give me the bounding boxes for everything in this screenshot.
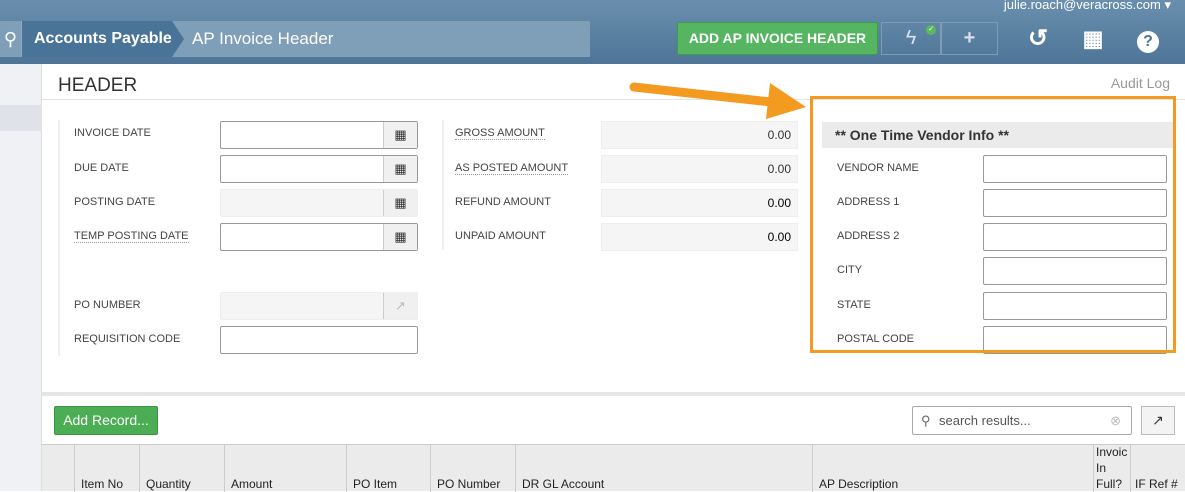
column-header[interactable]: AP Description — [812, 445, 1093, 492]
temp-posting-date-label: TEMP POSTING DATE — [74, 230, 189, 243]
column-header[interactable]: PO Item — [346, 445, 430, 492]
external-link-icon: ↗ — [1152, 412, 1164, 428]
requisition-code-label: REQUISITION CODE — [74, 333, 181, 345]
lightning-icon: ϟ — [905, 27, 917, 49]
external-link-icon[interactable]: ↗ — [383, 293, 417, 319]
sidebar-item-selected[interactable] — [0, 105, 42, 131]
divider — [42, 392, 1185, 396]
grid-icon[interactable]: ▦ — [1078, 22, 1108, 55]
add-button[interactable]: + — [941, 22, 998, 55]
po-number-label: PO NUMBER — [74, 299, 141, 311]
plus-icon: + — [963, 27, 976, 49]
sidebar — [0, 64, 42, 491]
help-icon[interactable]: ? — [1133, 22, 1163, 55]
invoice-date-label: INVOICE DATE — [74, 127, 151, 139]
user-menu[interactable]: julie.roach@veracross.com ▾ — [1004, 0, 1171, 13]
gross-amount-value: 0.00 — [601, 121, 798, 149]
search-icon[interactable]: ⚲ — [0, 21, 22, 57]
column-border — [58, 120, 60, 356]
column-header[interactable]: IF Ref # — [1130, 445, 1185, 492]
caret-down-icon: ▾ — [1164, 0, 1171, 12]
column-header[interactable]: Quantity — [139, 445, 224, 492]
user-email: julie.roach@veracross.com — [1003, 0, 1161, 12]
annotation-arrow-icon — [629, 82, 806, 119]
breadcrumb: ⚲ Accounts Payable AP Invoice Header — [0, 21, 590, 57]
calendar-icon[interactable]: ▦ — [383, 122, 417, 148]
popout-button[interactable]: ↗ — [1141, 406, 1175, 435]
po-number-field: ↗ — [220, 292, 418, 320]
top-nav-bar: julie.roach@veracross.com ▾ ⚲ Accounts P… — [0, 0, 1185, 64]
calendar-icon[interactable]: ▦ — [383, 224, 417, 250]
refund-amount-value: 0.00 — [601, 189, 798, 217]
refund-amount-label: REFUND AMOUNT — [455, 196, 551, 208]
lightning-button[interactable]: ϟ ✓ — [881, 22, 941, 55]
search-icon: ⚲ — [921, 413, 931, 428]
temp-posting-date-field[interactable]: ▦ — [220, 223, 418, 251]
column-border — [442, 120, 444, 250]
as-posted-amount-label: AS POSTED AMOUNT — [455, 162, 569, 175]
search-results-input[interactable]: ⚲ search results... ⊗ — [912, 406, 1132, 435]
clear-icon[interactable]: ⊗ — [1110, 407, 1121, 434]
breadcrumb-parent[interactable]: Accounts Payable — [22, 21, 184, 57]
column-header[interactable]: Invoic In Full? — [1093, 445, 1130, 492]
invoice-date-field[interactable]: ▦ — [220, 121, 418, 149]
search-placeholder: search results... — [939, 413, 1031, 428]
calendar-icon[interactable]: ▦ — [383, 156, 417, 182]
check-badge-icon: ✓ — [926, 25, 936, 35]
as-posted-amount-value: 0.00 — [601, 155, 798, 183]
table-header: Item No Quantity Amount PO Item PO Numbe… — [42, 444, 1185, 492]
column-header[interactable]: Amount — [224, 445, 346, 492]
audit-log-link[interactable]: Audit Log — [1111, 75, 1170, 91]
column-header[interactable]: Item No — [74, 445, 139, 492]
add-record-button[interactable]: Add Record... — [54, 406, 158, 435]
add-ap-invoice-header-button[interactable]: ADD AP INVOICE HEADER — [677, 22, 878, 55]
column-header[interactable]: PO Number — [430, 445, 515, 492]
section-title: HEADER — [58, 75, 138, 96]
history-icon[interactable]: ↺ — [1023, 22, 1053, 55]
column-header[interactable]: DR GL Account — [515, 445, 812, 492]
requisition-code-field[interactable] — [220, 326, 418, 354]
due-date-field[interactable]: ▦ — [220, 155, 418, 183]
due-date-label: DUE DATE — [74, 162, 129, 174]
gross-amount-label: GROSS AMOUNT — [455, 127, 545, 140]
calendar-icon[interactable]: ▦ — [383, 190, 417, 216]
unpaid-amount-label: UNPAID AMOUNT — [455, 230, 546, 242]
posting-date-label: POSTING DATE — [74, 196, 156, 208]
unpaid-amount-value: 0.00 — [601, 223, 798, 251]
breadcrumb-current: AP Invoice Header — [192, 29, 334, 48]
highlight-box — [810, 96, 1176, 353]
posting-date-field: ▦ — [220, 189, 418, 217]
